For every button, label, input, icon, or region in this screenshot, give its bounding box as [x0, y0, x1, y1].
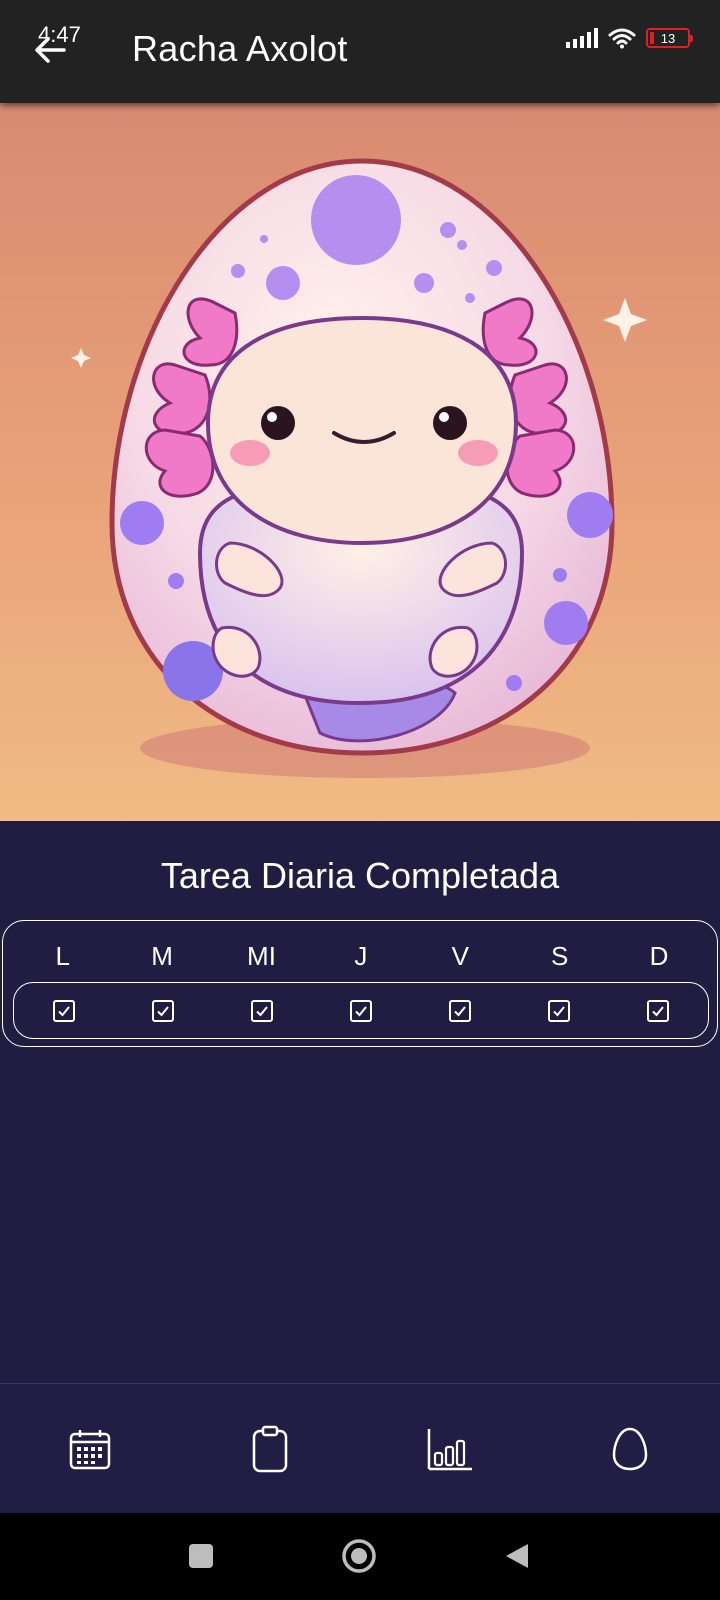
recents-button[interactable] [178, 1533, 224, 1579]
day-label: L [55, 941, 70, 971]
day-label: M [151, 941, 173, 971]
check-icon [553, 1005, 566, 1016]
day-checkbox[interactable] [647, 999, 670, 1022]
page-title: Racha Axolot [132, 28, 348, 69]
day-label: D [649, 941, 669, 971]
home-icon [342, 1539, 376, 1573]
battery-icon: 13 [646, 28, 693, 48]
nav-calendar[interactable] [60, 1419, 120, 1479]
battery-fill [650, 32, 654, 44]
status-icons: 13 [566, 24, 693, 52]
status-time: 4:47 [38, 22, 81, 47]
day-labels-row: L M MI J V S D [13, 941, 709, 972]
check-icon [156, 1005, 169, 1016]
check-icon [256, 1005, 268, 1016]
home-button[interactable] [336, 1533, 382, 1579]
nav-egg[interactable] [600, 1419, 660, 1479]
battery-level: 13 [660, 30, 676, 46]
signal-icon [566, 28, 598, 48]
bottom-navigation [0, 1383, 720, 1513]
day-label: V [451, 941, 469, 971]
check-icon [57, 1005, 70, 1016]
egg-icon [612, 1427, 648, 1470]
recents-icon [189, 1544, 213, 1568]
day-checkbox[interactable] [449, 999, 472, 1022]
wifi-icon [608, 28, 636, 49]
day-checkbox[interactable] [349, 999, 372, 1022]
axolotl-egg-illustration [0, 103, 720, 821]
check-icon [652, 1005, 665, 1016]
day-label: S [550, 941, 569, 971]
day-checks-row [13, 982, 709, 1039]
check-icon [355, 1005, 367, 1016]
day-label: MI [247, 941, 276, 971]
day-checkbox[interactable] [151, 999, 174, 1022]
clipboard-icon [252, 1425, 288, 1472]
day-checkbox[interactable] [250, 999, 273, 1022]
nav-tasks[interactable] [240, 1419, 300, 1479]
day-label: J [354, 941, 368, 971]
system-navigation-bar [0, 1513, 720, 1600]
app-bar: 4:47 Racha Axolot 13 [0, 0, 720, 103]
day-checkbox[interactable] [548, 999, 571, 1022]
streak-title: Tarea Diaria Completada [160, 855, 560, 896]
axolotl-egg-image [71, 158, 647, 778]
day-checkbox[interactable] [52, 999, 75, 1022]
weekly-streak-card: L M MI J V S D [2, 920, 718, 1047]
bar-chart-icon [427, 1428, 472, 1470]
calendar-icon [69, 1429, 111, 1469]
nav-stats[interactable] [420, 1419, 480, 1479]
back-icon [506, 1544, 528, 1568]
check-icon [454, 1005, 466, 1016]
system-back-button[interactable] [494, 1533, 540, 1579]
